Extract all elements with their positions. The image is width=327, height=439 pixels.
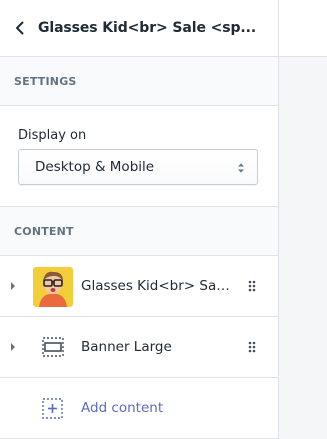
sidebar-header: Glasses Kid<br> Sale <sp... [0,0,278,57]
content-item-label: Glasses Kid<br> Sale ... [81,278,231,294]
theme-editor-sidebar: Glasses Kid<br> Sale <sp... SETTINGS Dis… [0,0,279,439]
settings-heading: SETTINGS [0,57,278,106]
content-item-banner-large[interactable]: Banner Large [0,317,278,378]
chevron-left-icon [15,21,23,35]
content-item-label: Banner Large [81,339,172,355]
caret-right-icon[interactable] [10,281,16,291]
add-section-icon [42,398,63,419]
image-thumbnail [33,267,73,307]
banner-icon [42,337,64,357]
display-on-select[interactable]: Desktop & Mobile [18,149,258,185]
content-heading: CONTENT [0,207,278,256]
caret-right-icon[interactable] [10,342,16,352]
preview-topbar [279,0,327,57]
add-content-button[interactable]: Add content [0,378,278,439]
content-item-glasses-kid[interactable]: Glasses Kid<br> Sale ... [0,256,278,317]
back-button[interactable] [11,16,27,40]
drag-handle-icon[interactable] [248,341,256,353]
settings-panel: Display on Desktop & Mobile [0,106,278,207]
display-on-label: Display on [18,128,87,143]
select-arrows-icon [238,163,244,173]
section-title: Glasses Kid<br> Sale <sp... [38,20,257,36]
display-on-value: Desktop & Mobile [35,159,155,175]
drag-handle-icon[interactable] [248,280,256,292]
add-content-label: Add content [81,400,164,416]
